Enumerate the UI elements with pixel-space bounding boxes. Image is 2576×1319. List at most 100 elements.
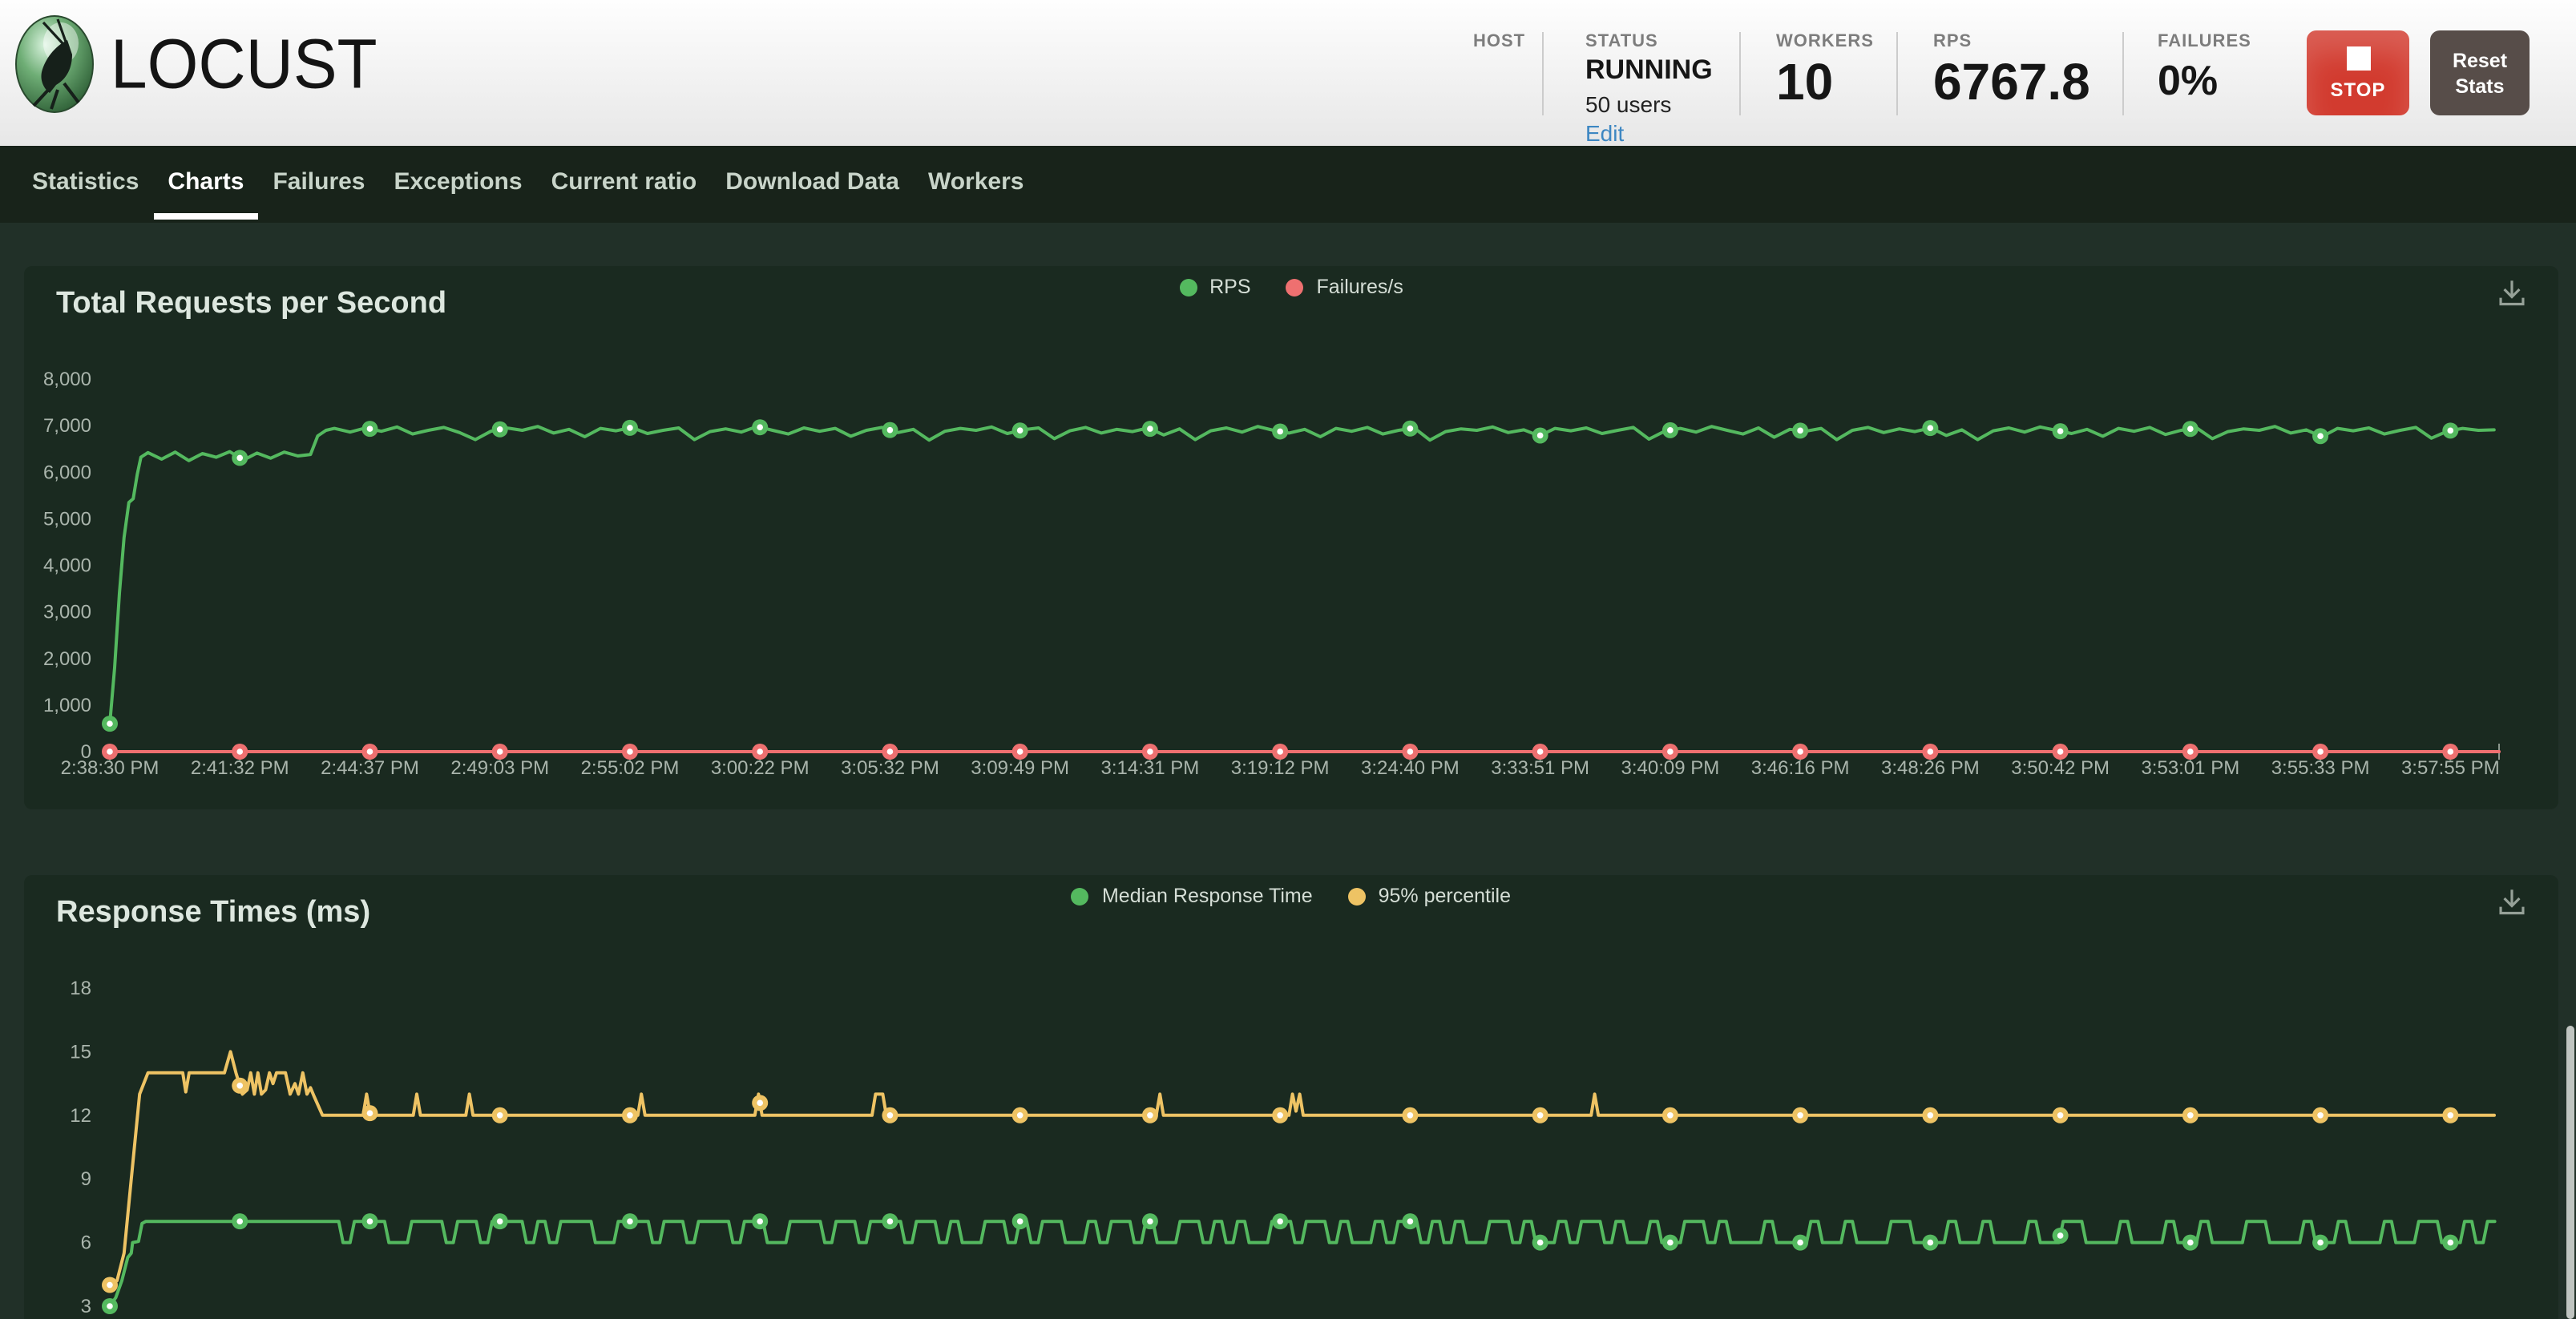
response-times-chart-legend: Median Response Time 95% percentile	[24, 885, 2558, 907]
reset-button-line1: Reset	[2440, 47, 2520, 73]
data-point-marker-center	[367, 1110, 373, 1116]
stop-button[interactable]: STOP	[2307, 30, 2409, 115]
data-point-marker-center	[1928, 748, 1934, 755]
x-axis-label: 3:05:32 PM	[841, 757, 939, 779]
failures-legend-dot	[1286, 278, 1304, 296]
data-point-marker-center	[497, 748, 503, 755]
stop-button-label: STOP	[2331, 78, 2386, 100]
data-point-marker-center	[2448, 428, 2454, 434]
data-point-marker-center	[757, 424, 763, 430]
divider	[2122, 32, 2124, 115]
legend-item-failures[interactable]: Failures/s	[1286, 276, 1403, 298]
stop-icon	[2346, 46, 2370, 70]
data-point-marker-center	[1797, 748, 1803, 755]
data-point-marker-center	[1147, 1112, 1153, 1119]
failures-value: 0%	[2158, 59, 2251, 101]
data-point-marker-center	[1407, 1112, 1414, 1119]
data-point-marker-center	[887, 748, 894, 755]
rps-legend-dot	[1179, 278, 1197, 296]
data-point-marker-center	[1017, 427, 1024, 434]
data-point-marker-center	[2317, 433, 2324, 439]
response-times-chart-panel: 369121518 Response Times (ms) Median Res…	[24, 875, 2558, 1319]
y-axis-label: 18	[70, 978, 91, 999]
median-legend-dot	[1072, 887, 1089, 905]
x-axis-label: 2:55:02 PM	[581, 757, 680, 779]
data-point-marker-center	[1277, 429, 1283, 435]
data-point-marker-center	[1667, 1112, 1674, 1119]
y-axis-label: 9	[81, 1168, 91, 1190]
data-point-marker-center	[367, 426, 373, 432]
y-axis-label: 3	[81, 1296, 91, 1317]
tab-failures[interactable]: Failures	[258, 146, 379, 223]
data-point-marker-center	[236, 748, 243, 755]
x-axis-label: 3:53:01 PM	[2141, 757, 2239, 779]
workers-label: WORKERS	[1776, 32, 1874, 51]
header: LOCUST HOST STATUS RUNNING 50 users Edit…	[0, 0, 2576, 146]
scrollbar-thumb[interactable]	[2566, 1026, 2574, 1319]
x-axis-label: 3:33:51 PM	[1491, 757, 1589, 779]
data-point-marker-center	[627, 425, 633, 431]
download-chart-icon[interactable]	[2497, 279, 2526, 308]
y-axis-label: 6,000	[43, 462, 91, 483]
data-point-marker-center	[236, 1083, 243, 1089]
data-point-marker-center	[236, 455, 243, 462]
rps-chart-canvas: 01,0002,0003,0004,0005,0006,0007,0008,00…	[24, 266, 2558, 809]
tab-workers[interactable]: Workers	[914, 146, 1039, 223]
rps-chart-legend: RPS Failures/s	[24, 276, 2558, 298]
p95-legend-dot	[1348, 887, 1366, 905]
data-point-marker-center	[1537, 433, 1544, 439]
rps-label: RPS	[1933, 32, 2090, 51]
x-axis-label: 3:00:22 PM	[711, 757, 810, 779]
logo-wordmark: LOCUST	[111, 24, 378, 104]
data-point-marker-center	[757, 1100, 763, 1107]
x-axis-label: 3:24:40 PM	[1361, 757, 1460, 779]
x-axis-label: 2:38:30 PM	[61, 757, 159, 779]
tab-current-ratio[interactable]: Current ratio	[537, 146, 712, 223]
data-point-marker-center	[1017, 748, 1024, 755]
reset-stats-button[interactable]: Reset Stats	[2430, 30, 2530, 115]
locust-logo-icon	[14, 14, 95, 114]
data-point-marker-center	[2187, 426, 2194, 432]
x-axis-label: 3:19:12 PM	[1231, 757, 1330, 779]
nav-bar: Statistics Charts Failures Exceptions Cu…	[0, 146, 2576, 223]
download-chart-icon[interactable]	[2497, 888, 2526, 917]
data-point-marker-center	[627, 748, 633, 755]
legend-item-median[interactable]: Median Response Time	[1072, 885, 1313, 907]
data-point-marker-center	[1147, 748, 1153, 755]
rps-value: 6767.8	[1933, 56, 2090, 107]
stat-workers: WORKERS 10	[1776, 32, 1874, 107]
legend-item-rps[interactable]: RPS	[1179, 276, 1250, 298]
data-point-marker-center	[887, 1218, 894, 1224]
tab-charts[interactable]: Charts	[153, 146, 258, 223]
y-axis-label: 4,000	[43, 555, 91, 577]
data-point-marker-center	[2317, 1112, 2324, 1119]
data-point-marker-center	[757, 1218, 763, 1224]
data-point-marker-center	[1147, 1218, 1153, 1224]
y-axis-label: 5,000	[43, 508, 91, 530]
data-point-marker-center	[497, 1112, 503, 1119]
y-axis-label: 8,000	[43, 369, 91, 390]
data-point-marker-center	[627, 1112, 633, 1119]
x-axis-label: 2:49:03 PM	[450, 757, 549, 779]
data-point-marker-center	[1928, 425, 1934, 431]
x-axis-label: 3:50:42 PM	[2011, 757, 2110, 779]
data-point-marker-center	[497, 426, 503, 433]
data-point-marker-center	[1017, 1112, 1024, 1119]
data-point-marker-center	[887, 1112, 894, 1119]
edit-link[interactable]: Edit	[1585, 119, 1713, 145]
data-point-marker-center	[1928, 1240, 1934, 1246]
data-point-marker-center	[497, 1218, 503, 1224]
stat-status: STATUS RUNNING 50 users Edit	[1585, 32, 1713, 145]
tab-statistics[interactable]: Statistics	[18, 146, 153, 223]
tab-download-data[interactable]: Download Data	[711, 146, 914, 223]
data-point-marker-center	[2317, 748, 2324, 755]
data-point-marker-center	[2057, 1232, 2064, 1239]
data-point-marker-center	[1277, 1112, 1283, 1119]
stat-rps: RPS 6767.8	[1933, 32, 2090, 107]
legend-item-p95[interactable]: 95% percentile	[1348, 885, 1511, 907]
tab-exceptions[interactable]: Exceptions	[380, 146, 537, 223]
data-point-marker-center	[107, 1303, 113, 1309]
rps-chart-panel: 01,0002,0003,0004,0005,0006,0007,0008,00…	[24, 266, 2558, 809]
series-line-0	[110, 426, 2494, 724]
stat-host: HOST	[1473, 32, 1525, 51]
